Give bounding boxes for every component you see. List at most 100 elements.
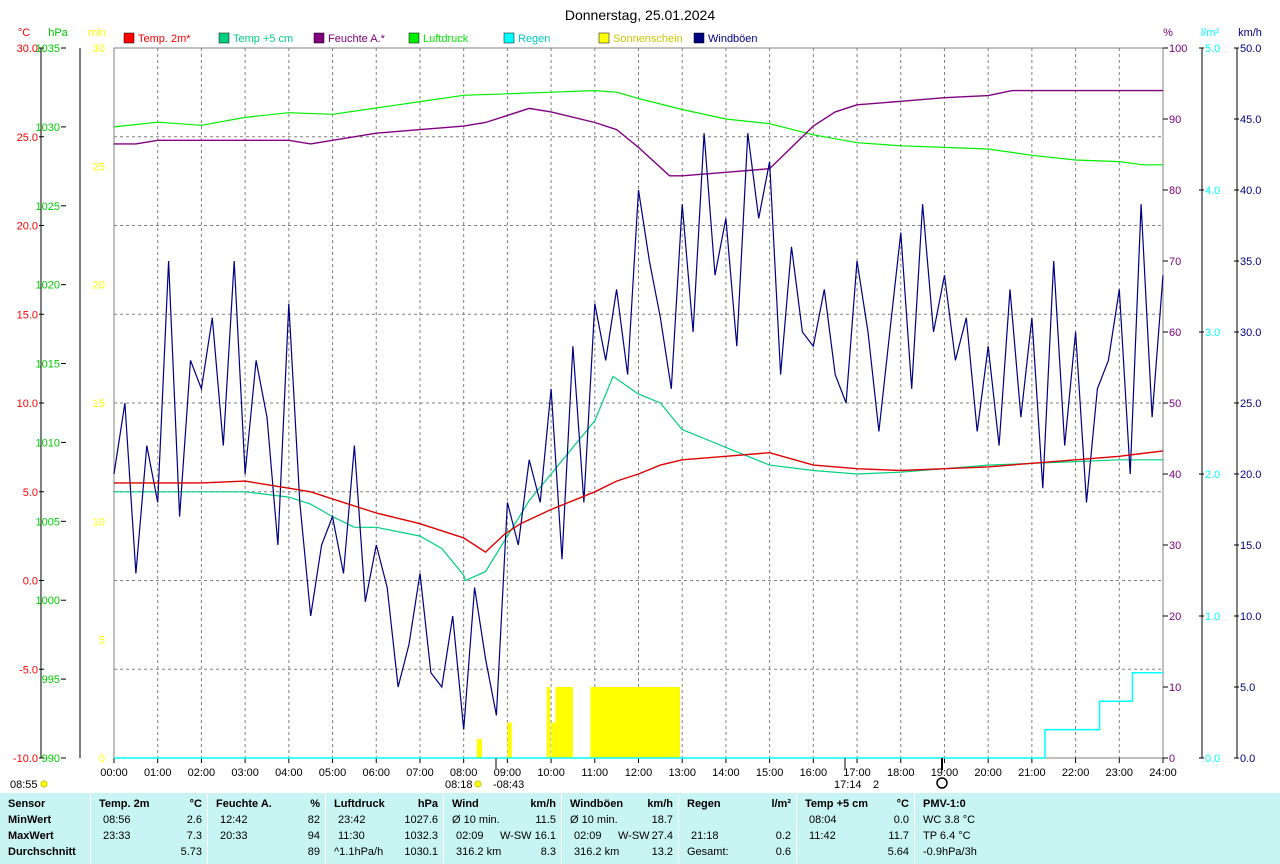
axis-right-tick: 20.0 [1240,469,1261,481]
stats-header-title: Feuchte A. [216,798,272,810]
stats-row: 20:33 94 [208,830,326,846]
stats-column: Luftdruck hPa 23:42 1027.6 11:30 1032.3 ^1.1hP… [325,793,444,864]
axis-left-tick: 995 [42,674,60,686]
stats-cell-a: 02:09 [456,830,484,842]
axis-right-tick: 1.0 [1205,611,1220,623]
stats-column: PMV-1:0 WC 3.8 °C TP 6.4 °C -0.9hPa/3h [914,793,1035,864]
stats-row: 11:42 11.7 [797,830,915,846]
stats-header-title: Temp. 2m [99,798,150,810]
stats-header-unit: l/m² [771,798,791,810]
axis-x-tick: 04:00 [275,767,303,779]
stats-header-title: Windböen [570,798,624,810]
axis-x-tick: 23:00 [1106,767,1134,779]
left-time-label: 08:55 [10,779,38,790]
legend-label: Luftdruck [423,33,469,45]
stats-cell-c: 7.3 [186,830,202,842]
axis-left-tick: 1020 [36,280,60,292]
stats-row: -0.9hPa/3h [915,846,1035,862]
stats-cell-c: 1032.3 [404,830,438,842]
stats-row [679,814,797,830]
stats-cell-a: Ø 10 min. [570,814,618,826]
stats-header-unit: % [310,798,320,810]
axis-right-tick: 40.0 [1240,185,1261,197]
axis-x-tick: 13:00 [668,767,696,779]
axis-left-tick: 15 [93,398,105,410]
stats-cell-a: 23:42 [338,814,366,826]
axis-x-tick: 22:00 [1062,767,1090,779]
legend: Temp. 2m* Temp +5 cm Feuchte A.* Luftdruck R… [123,32,758,45]
axis-x-tick: 02:00 [188,767,216,779]
axis-right-unit: km/h [1238,27,1262,39]
axis-right-unit: l/m² [1201,27,1220,39]
statistics-panel: Sensor MinWert MaxWert Durchschnitt Temp. 2m… [0,793,1280,864]
axis-left-tick: 990 [42,753,60,765]
axis-x-tick: 09:00 [494,767,522,779]
stats-column: Temp. 2m °C 08:56 2.6 23:33 7.3 5.73 [90,793,208,864]
stats-header-title: Luftdruck [334,798,385,810]
stats-cell-a: ^1.1hPa/h [334,846,384,858]
stats-cell-a: Ø 10 min. [452,814,500,826]
mid-marker-label-2: 2 [873,779,879,790]
stats-header: Temp. 2m °C [91,798,208,814]
stats-cell-a: 316.2 km [456,846,502,858]
axis-left-tick: 15.0 [17,309,38,321]
axis-x-tick: 00:00 [100,767,128,779]
axis-x-tick: 12:00 [625,767,653,779]
axis-left-tick: 1015 [36,359,60,371]
legend-swatch [123,32,135,44]
axis-x-tick: 03:00 [231,767,259,779]
moon-icon [936,777,948,789]
stats-row: 02:09 W-SW 27.4 [562,830,679,846]
axis-x-tick: 05:00 [319,767,347,779]
axis-right-tick: 5.0 [1205,43,1220,55]
axis-left-unit: hPa [48,27,68,39]
legend-swatch [598,32,610,44]
stats-header-unit: km/h [530,798,556,810]
axis-x-tick: 20:00 [974,767,1002,779]
stats-row: 21:18 0.2 [679,830,797,846]
axis-right-tick: 80 [1169,185,1181,197]
stats-header: Temp +5 cm °C [797,798,915,814]
stats-cell-a: 23:33 [103,830,131,842]
stats-cell-c: 16.1 [534,830,556,842]
stats-row: 316.2 km 13.2 [562,846,679,862]
stats-header-title: PMV-1:0 [923,798,966,810]
axis-right-tick: 0.0 [1240,753,1255,765]
axis-x-tick: 08:00 [450,767,478,779]
axis-right-unit: % [1163,27,1173,39]
stats-column: Sensor MinWert MaxWert Durchschnitt [0,793,90,864]
stats-header-unit: hPa [417,798,438,810]
stats-row: Gesamt: 0.6 [679,846,797,862]
stats-cell-a: MaxWert [8,830,54,842]
axis-x-tick: 18:00 [887,767,915,779]
axis-x-tick: 24:00 [1149,767,1177,779]
axis-x-tick: 15:00 [756,767,784,779]
axis-right-tick: 3.0 [1205,327,1220,339]
axis-left-tick: 1030 [36,122,60,134]
legend-swatch [408,32,420,44]
stats-column: Feuchte A.% 12:42 82 20:33 94 89 [207,793,326,864]
stats-header-unit: °C [896,798,909,810]
stats-cell-c: 13.2 [651,846,673,858]
axis-right-tick: 100 [1169,43,1187,55]
axis-left-unit: min [88,27,106,39]
chart-title: Donnerstag, 25.01.2024 [565,7,715,23]
axis-x-tick: 11:00 [581,767,608,779]
axis-left-tick: 10 [93,516,105,528]
legend-label: Feuchte A.* [328,33,386,45]
mid-marker-label: 17:14 [834,779,862,790]
legend-swatch [503,32,515,44]
axis-x-tick: 06:00 [362,767,390,779]
axis-right-tick: 4.0 [1205,185,1220,197]
stats-cell-a: 08:04 [809,814,837,826]
stats-cell-c: 89 [307,846,320,858]
stats-column: Windböen km/h Ø 10 min. 18.7 02:09 W-SW 27.4 31… [561,793,679,864]
axis-left-tick: 30 [93,43,105,55]
stats-cell-c: 94 [307,830,320,842]
legend-label: Regen [518,33,550,45]
axis-right-tick: 2.0 [1205,469,1220,481]
stats-row: Ø 10 min. 11.5 [444,814,562,830]
axis-right-tick: 0.0 [1205,753,1220,765]
stats-row: 23:33 7.3 [91,830,208,846]
stats-row: MaxWert [0,830,90,846]
